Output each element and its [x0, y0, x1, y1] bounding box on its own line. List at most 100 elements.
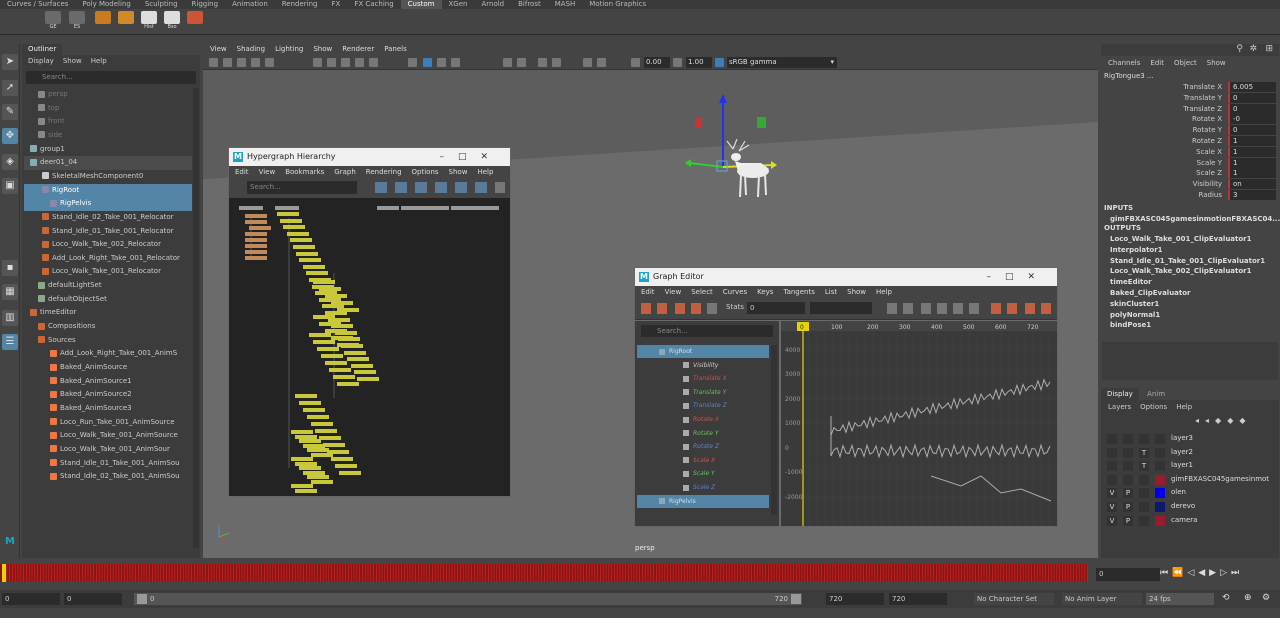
shelf-tab[interactable]: FX Caching	[347, 0, 400, 9]
output-node[interactable]: Loco_Walk_Take_002_ClipEvaluator1	[1110, 266, 1252, 276]
graph-channel-row[interactable]: Scale Z	[637, 481, 769, 494]
outliner-item[interactable]: persp	[24, 88, 192, 102]
graph-channel-row[interactable]: Translate X	[637, 372, 769, 385]
camera-select-icon[interactable]	[209, 58, 218, 67]
channel-attribute-row[interactable]: Rotate Y 0	[1100, 125, 1280, 136]
hypergraph-node[interactable]	[401, 206, 425, 210]
shelf-tab[interactable]: Animation	[225, 0, 275, 9]
layer-p-toggle[interactable]: P	[1123, 502, 1133, 512]
hypergraph-node[interactable]	[344, 350, 367, 355]
layer-v-toggle[interactable]	[1107, 434, 1117, 444]
hypergraph-node[interactable]	[337, 343, 359, 347]
hypergraph-node[interactable]	[335, 464, 357, 468]
graph-editor-search-input[interactable]: Search...	[641, 325, 773, 337]
hypergraph-node[interactable]	[289, 238, 312, 243]
hypergraph-node[interactable]	[337, 382, 359, 386]
shelf-tab[interactable]: Bifrost	[511, 0, 548, 9]
go-to-end-icon[interactable]: ⏭	[1231, 568, 1239, 578]
move-key-icon[interactable]	[641, 303, 651, 314]
hypergraph-node[interactable]	[302, 264, 325, 269]
shelf-tab[interactable]: Custom	[400, 0, 442, 9]
hypergraph-menu-item[interactable]: Options	[412, 166, 439, 178]
hypergraph-node[interactable]	[317, 347, 339, 351]
retime-icon[interactable]	[707, 303, 717, 314]
layer-row[interactable]: V Pderevo	[1107, 500, 1277, 514]
layer-v-toggle[interactable]: V	[1107, 488, 1117, 499]
layer-t-toggle[interactable]: T	[1139, 461, 1149, 472]
textured-icon[interactable]	[341, 58, 350, 67]
channel-box-menu-item[interactable]: Object	[1174, 58, 1197, 69]
graph-editor-menu-item[interactable]: Edit	[641, 286, 655, 298]
hypergraph-node[interactable]	[299, 466, 321, 470]
outliner-menu-item[interactable]: Help	[91, 55, 107, 67]
hypergraph-node[interactable]	[307, 475, 329, 479]
graph-channel-row[interactable]: Scale X	[637, 454, 769, 467]
graph-channel-row[interactable]: RigRoot	[637, 345, 769, 358]
hypergraph-menu-item[interactable]: Show	[449, 166, 468, 178]
playback-start-field[interactable]: 0	[64, 593, 122, 605]
channel-attribute-value[interactable]: 1	[1228, 168, 1276, 179]
graph-channel-row[interactable]: Rotate Z	[637, 440, 769, 453]
tab-anim[interactable]: Anim	[1141, 388, 1171, 400]
graph-editor-menu-item[interactable]: List	[825, 286, 837, 298]
outliner-item[interactable]: Loco_Walk_Take_001_Relocator	[24, 265, 192, 279]
window-controls[interactable]: –□✕	[986, 268, 1049, 286]
outliner-item[interactable]: Compositions	[24, 320, 192, 334]
output-node[interactable]: Interpolator1	[1110, 245, 1163, 255]
color-management-icon[interactable]	[715, 58, 724, 67]
range-start-handle[interactable]	[137, 594, 147, 604]
hypergraph-node[interactable]	[283, 225, 306, 230]
shadows-icon[interactable]	[369, 58, 378, 67]
outliner-menu-item[interactable]: Show	[63, 55, 82, 67]
layer-t-toggle[interactable]	[1139, 502, 1149, 512]
hypergraph-node[interactable]	[323, 443, 345, 447]
hypergraph-menu-item[interactable]: Edit	[235, 166, 249, 178]
hypergraph-node[interactable]	[339, 471, 361, 475]
output-node[interactable]: Stand_Idle_01_Take_001_ClipEvaluator1	[1110, 256, 1265, 266]
hypergraph-node[interactable]	[315, 429, 337, 433]
hypergraph-node[interactable]	[347, 357, 370, 362]
channel-attribute-value[interactable]: 1	[1228, 146, 1276, 157]
hypergraph-node[interactable]	[319, 436, 341, 440]
move-layer-up-icon[interactable]: ◂	[1195, 416, 1199, 425]
linear-tangent-icon[interactable]	[969, 303, 979, 314]
layer-color-swatch[interactable]	[1155, 474, 1165, 485]
outliner-item[interactable]: Loco_Run_Take_001_AnimSource	[24, 416, 192, 430]
scale-tool-icon[interactable]: ▣	[2, 178, 18, 194]
outliner-item[interactable]: Baked_AnimSource2	[24, 388, 192, 402]
layer-p-toggle[interactable]: P	[1123, 488, 1133, 499]
hypergraph-node[interactable]	[311, 452, 333, 457]
current-frame-field[interactable]: 0	[1096, 568, 1160, 581]
viewport-menu-item[interactable]: Lighting	[275, 44, 303, 55]
scene-hierarchy-icon[interactable]	[375, 182, 387, 193]
hypergraph-node[interactable]	[305, 271, 328, 276]
hypergraph-menu-item[interactable]: View	[259, 166, 276, 178]
select-tool-icon[interactable]: ➤	[2, 54, 18, 70]
output-node[interactable]: Loco_Walk_Take_001_ClipEvaluator1	[1110, 234, 1252, 244]
layer-color-swatch[interactable]	[1155, 502, 1165, 512]
outliner-item[interactable]: Baked_AnimSource1	[24, 375, 192, 389]
hypergraph-node[interactable]	[245, 214, 267, 218]
shelf-tab[interactable]: Motion Graphics	[582, 0, 653, 9]
channel-attribute-row[interactable]: Scale X 1	[1100, 146, 1280, 158]
hypergraph-node[interactable]	[245, 244, 267, 248]
character-set-select[interactable]: No Character Set	[974, 593, 1054, 605]
hypergraph-node[interactable]	[245, 232, 267, 236]
hypergraph-node[interactable]	[325, 294, 347, 298]
graph-channel-row[interactable]: Rotate Y	[637, 427, 769, 440]
smooth-shade-icon[interactable]	[327, 58, 336, 67]
hypergraph-node[interactable]	[286, 231, 309, 236]
layer-row[interactable]: Tlayer1	[1107, 459, 1277, 473]
shelf-button-es[interactable]: ES	[68, 11, 86, 31]
hypergraph-node[interactable]	[245, 250, 267, 254]
channel-box-menu-item[interactable]: Show	[1207, 58, 1226, 69]
image-plane-icon[interactable]	[251, 58, 260, 67]
step-back-key-icon[interactable]: ⏪	[1172, 568, 1183, 578]
hypergraph-node[interactable]	[307, 448, 329, 452]
clamped-tangent-icon[interactable]	[953, 303, 963, 314]
frame-hierarchy-icon[interactable]	[455, 182, 467, 193]
outliner-item[interactable]: Stand_Idle_02_Take_001_AnimSou	[24, 470, 192, 484]
select-arrow-icon[interactable]	[495, 182, 505, 193]
layer-menu-item[interactable]: Layers	[1108, 402, 1131, 413]
frame-all-icon[interactable]	[887, 303, 897, 314]
